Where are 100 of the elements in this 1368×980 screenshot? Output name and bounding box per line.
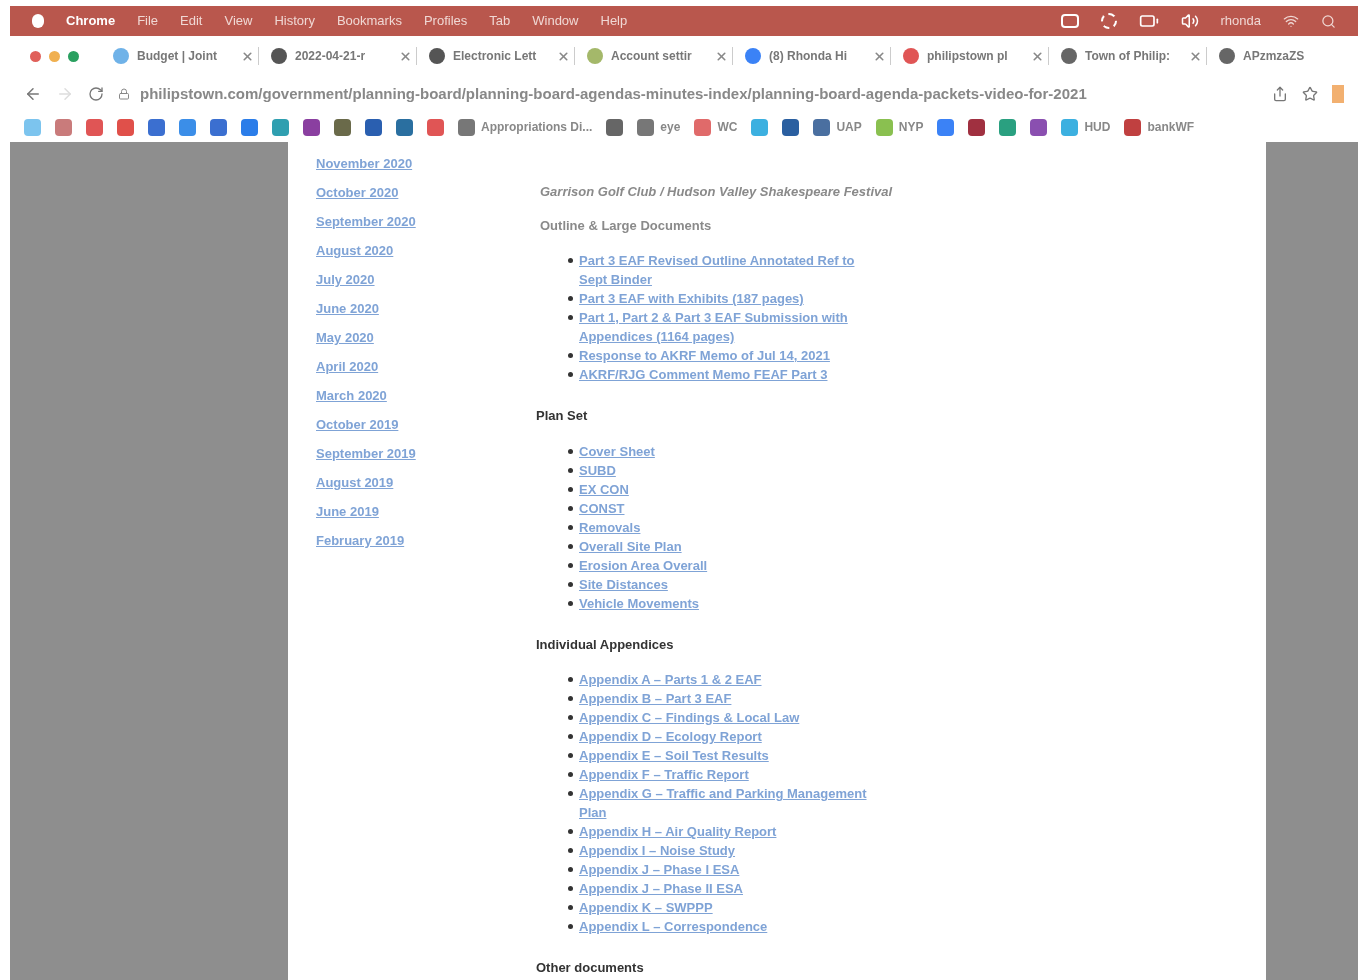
minimize-window-icon[interactable]	[49, 50, 60, 62]
document-link[interactable]: Appendix K – SWPPP	[579, 898, 713, 917]
close-icon[interactable]	[1031, 49, 1044, 63]
browser-tab[interactable]: Town of Philip:	[1057, 47, 1207, 65]
bookmark-icon[interactable]	[272, 118, 289, 136]
close-icon[interactable]	[557, 49, 570, 63]
bookmark-link[interactable]: UAP	[836, 118, 862, 136]
close-icon[interactable]	[241, 49, 254, 63]
close-icon[interactable]	[1189, 49, 1202, 63]
browser-tab[interactable]: (8) Rhonda Hi	[741, 47, 891, 65]
browser-tab[interactable]: Budget | Joint	[109, 47, 259, 65]
document-link[interactable]: Site Distances	[579, 574, 668, 594]
volume-icon[interactable]	[1180, 12, 1199, 30]
archive-link[interactable]: November 2020	[316, 154, 528, 173]
bookmark-link[interactable]: NYP	[898, 118, 924, 136]
document-link[interactable]: Appendix C – Findings & Local Law	[579, 708, 800, 727]
document-link[interactable]: Vehicle Movements	[579, 593, 699, 613]
share-icon[interactable]	[1272, 86, 1288, 102]
bookmark-icon[interactable]	[148, 118, 165, 136]
menu-item[interactable]: File	[137, 11, 159, 31]
menu-item[interactable]: Window	[532, 11, 579, 31]
bookmark-icon[interactable]	[637, 118, 655, 136]
document-link[interactable]: Appendix E – Soil Test Results	[579, 746, 769, 765]
menu-item[interactable]: Chrome	[66, 11, 116, 31]
archive-link[interactable]: October 2019	[316, 415, 528, 434]
bookmark-link[interactable]: Appropriations Di...	[481, 118, 593, 136]
archive-link[interactable]: September 2020	[316, 212, 528, 231]
document-link[interactable]: EX CON	[579, 479, 629, 499]
archive-link[interactable]: February 2019	[316, 531, 528, 550]
document-link[interactable]: CONST	[579, 498, 625, 518]
bookmark-link[interactable]: HUD	[1084, 118, 1111, 136]
wifi-icon[interactable]	[1283, 13, 1299, 29]
bookmark-link[interactable]: eye	[660, 118, 681, 136]
reload-icon[interactable]	[88, 86, 104, 102]
maximize-window-icon[interactable]	[68, 50, 79, 62]
document-link[interactable]: Appendix G – Traffic and Parking Management Plan	[579, 784, 868, 822]
document-link[interactable]: Appendix L – Correspondence	[579, 917, 768, 936]
document-link[interactable]: Part 3 EAF with Exhibits (187 pages)	[579, 289, 804, 308]
document-link[interactable]: Appendix J – Phase I ESA	[579, 860, 740, 879]
document-link[interactable]: Cover Sheet	[579, 441, 655, 461]
bookmark-icon[interactable]	[117, 118, 134, 136]
search-icon[interactable]	[1321, 13, 1336, 29]
archive-link[interactable]: May 2020	[316, 328, 528, 347]
bookmark-icon[interactable]	[694, 118, 712, 136]
bookmark-icon[interactable]	[365, 118, 382, 136]
bookmark-icon[interactable]	[968, 118, 986, 136]
document-link[interactable]: Overall Site Plan	[579, 536, 682, 556]
bookmark-icon[interactable]	[241, 118, 258, 136]
browser-tab[interactable]: APzmzaZS	[1215, 47, 1309, 65]
close-window-icon[interactable]	[30, 50, 41, 62]
bookmark-icon[interactable]	[1124, 118, 1142, 136]
archive-link[interactable]: September 2019	[316, 444, 528, 463]
bookmark-icon[interactable]	[999, 118, 1017, 136]
browser-tab[interactable]: 2022-04-21-r	[267, 47, 417, 65]
bookmark-icon[interactable]	[813, 118, 831, 136]
close-icon[interactable]	[399, 49, 412, 63]
browser-tab[interactable]: Electronic Lett	[425, 47, 575, 65]
archive-link[interactable]: March 2020	[316, 386, 528, 405]
bookmark-icon[interactable]	[396, 118, 413, 136]
document-link[interactable]: AKRF/RJG Comment Memo FEAF Part 3	[579, 365, 828, 384]
menu-item[interactable]: Help	[600, 11, 628, 31]
document-link[interactable]: Appendix B – Part 3 EAF	[579, 689, 732, 708]
bookmark-icon[interactable]	[55, 118, 72, 136]
address-bar[interactable]: philipstown.com/government/planning-board/planning-board-agendas-minutes-index/planning-board-agenda-packets-video-for-2021	[118, 82, 1258, 106]
archive-link[interactable]: October 2020	[316, 183, 528, 202]
user-name[interactable]: rhonda	[1220, 11, 1261, 31]
archive-link[interactable]: June 2020	[316, 299, 528, 318]
menu-item[interactable]: Tab	[489, 11, 511, 31]
bookmark-icon[interactable]	[179, 118, 196, 136]
bookmark-icon[interactable]	[606, 118, 624, 136]
bookmark-link[interactable]: WC	[717, 118, 738, 136]
document-link[interactable]: SUBD	[579, 460, 616, 480]
archive-link[interactable]: June 2019	[316, 502, 528, 521]
document-link[interactable]: Appendix F – Traffic Report	[579, 765, 749, 784]
document-link[interactable]: Appendix D – Ecology Report	[579, 727, 762, 746]
bookmark-icon[interactable]	[782, 118, 800, 136]
menu-item[interactable]: History	[274, 11, 315, 31]
archive-link[interactable]: August 2019	[316, 473, 528, 492]
archive-link[interactable]: August 2020	[316, 241, 528, 260]
bookmark-icon[interactable]	[427, 118, 444, 136]
browser-tab[interactable]: Account settir	[583, 47, 733, 65]
bookmark-star-icon[interactable]	[1302, 86, 1318, 102]
menu-item[interactable]: View	[224, 11, 253, 31]
close-icon[interactable]	[873, 49, 886, 63]
back-icon[interactable]	[24, 85, 42, 103]
close-icon[interactable]	[715, 49, 728, 63]
bookmark-icon[interactable]	[86, 118, 103, 136]
bookmark-icon[interactable]	[937, 118, 955, 136]
bookmark-link[interactable]: bankWF	[1147, 118, 1195, 136]
browser-tab[interactable]: philipstown pl	[899, 47, 1049, 65]
bookmark-icon[interactable]	[334, 118, 351, 136]
bookmark-icon[interactable]	[210, 118, 227, 136]
document-link[interactable]: Appendix A – Parts 1 & 2 EAF	[579, 670, 762, 689]
bookmark-icon[interactable]	[1030, 118, 1048, 136]
document-link[interactable]: Appendix I – Noise Study	[579, 841, 736, 860]
archive-link[interactable]: July 2020	[316, 270, 528, 289]
document-link[interactable]: Part 1, Part 2 & Part 3 EAF Submission with Appendices (1164 pages)	[579, 308, 868, 346]
menu-item[interactable]: Edit	[180, 11, 203, 31]
bookmark-icon[interactable]	[303, 118, 320, 136]
document-link[interactable]: Erosion Area Overall	[579, 555, 708, 575]
